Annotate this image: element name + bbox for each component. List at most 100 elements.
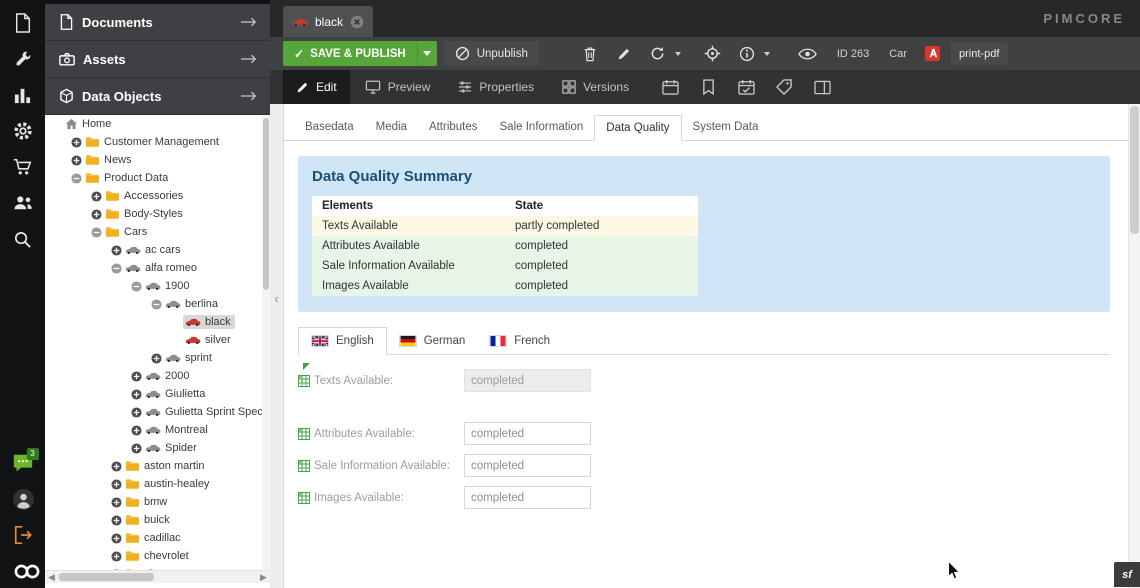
symfony-debug-badge[interactable]: sf: [1114, 562, 1140, 587]
tree-item-giulietta[interactable]: Giulietta: [45, 385, 262, 403]
plus-expander-icon[interactable]: [89, 209, 103, 220]
language-tab-english[interactable]: English: [298, 327, 387, 355]
tree-item-accessories[interactable]: Accessories: [45, 187, 262, 205]
calendar-icon[interactable]: [658, 70, 682, 104]
plus-expander-icon[interactable]: [129, 407, 143, 418]
tree-item-bmw[interactable]: bmw: [45, 493, 262, 511]
content-tab-data-quality[interactable]: Data Quality: [594, 115, 681, 141]
tree-item-austin-healey[interactable]: austin-healey: [45, 475, 262, 493]
tree-item-chevrolet[interactable]: chevrolet: [45, 547, 262, 565]
print-pdf-button[interactable]: print-pdf: [950, 43, 1008, 65]
tree-item-spider[interactable]: Spider: [45, 439, 262, 457]
scroll-right-arrow-icon[interactable]: ▶: [257, 571, 270, 583]
plus-expander-icon[interactable]: [109, 551, 123, 562]
tree-item-silver[interactable]: silver: [45, 331, 262, 349]
content-tab-media[interactable]: Media: [365, 114, 418, 140]
plus-expander-icon[interactable]: [69, 137, 83, 148]
bookmark-icon[interactable]: [696, 70, 720, 104]
language-tab-french[interactable]: French: [477, 327, 562, 355]
tree-horizontal-scrollbar[interactable]: ◀ ▶: [45, 570, 270, 583]
plus-expander-icon[interactable]: [129, 443, 143, 454]
language-tab-german[interactable]: German: [387, 327, 478, 355]
content-vertical-scrollbar[interactable]: [1128, 104, 1140, 588]
tree-item-gulietta-sprint-specia[interactable]: Gulietta Sprint Specia…: [45, 403, 262, 421]
save-publish-button[interactable]: ✓ SAVE & PUBLISH: [283, 41, 417, 66]
close-icon[interactable]: [350, 15, 364, 29]
reload-dropdown-icon[interactable]: [672, 41, 684, 67]
minus-expander-icon[interactable]: [149, 299, 163, 310]
plus-expander-icon[interactable]: [109, 497, 123, 508]
tree-item-home[interactable]: Home: [45, 115, 262, 133]
attributes-available-input[interactable]: [464, 422, 591, 445]
texts-available-input[interactable]: [464, 369, 591, 392]
content-tab-system-data[interactable]: System Data: [682, 114, 770, 140]
sale-information-available-input[interactable]: [464, 454, 591, 477]
search-icon[interactable]: [12, 228, 34, 250]
view-tab-preview[interactable]: Preview: [352, 70, 444, 104]
user-profile-icon[interactable]: [12, 488, 34, 510]
content-tab-attributes[interactable]: Attributes: [418, 114, 489, 140]
info-dropdown-icon[interactable]: [761, 41, 773, 67]
tree-item-body-styles[interactable]: Body-Styles: [45, 205, 262, 223]
tree-item-aston-martin[interactable]: aston martin: [45, 457, 262, 475]
rename-pencil-icon[interactable]: [611, 41, 637, 67]
minus-expander-icon[interactable]: [89, 227, 103, 238]
plus-expander-icon[interactable]: [109, 461, 123, 472]
tree-item-1900[interactable]: 1900: [45, 277, 262, 295]
sidebar-section-documents[interactable]: Documents: [45, 4, 270, 41]
plus-expander-icon[interactable]: [109, 479, 123, 490]
plus-expander-icon[interactable]: [129, 389, 143, 400]
tree-item-customer-management[interactable]: Customer Management: [45, 133, 262, 151]
object-tab-black[interactable]: black: [283, 6, 373, 37]
tree-item-news[interactable]: News: [45, 151, 262, 169]
plus-expander-icon[interactable]: [129, 425, 143, 436]
tree-item-black[interactable]: black: [45, 313, 262, 331]
tree-vertical-scrollbar[interactable]: [262, 116, 270, 570]
tree-item-alfa-romeo[interactable]: alfa romeo: [45, 259, 262, 277]
tools-wrench-icon[interactable]: [12, 48, 34, 70]
collapse-panel-icon[interactable]: ‹: [270, 286, 283, 312]
plus-expander-icon[interactable]: [69, 155, 83, 166]
layout-columns-icon[interactable]: [810, 70, 834, 104]
reload-icon[interactable]: [645, 41, 671, 67]
scroll-left-arrow-icon[interactable]: ◀: [45, 571, 58, 583]
users-icon[interactable]: [12, 192, 34, 214]
content-tab-sale-information[interactable]: Sale Information: [489, 114, 595, 140]
file-icon[interactable]: [12, 12, 34, 34]
plus-expander-icon[interactable]: [109, 533, 123, 544]
plus-expander-icon[interactable]: [109, 515, 123, 526]
minus-expander-icon[interactable]: [109, 263, 123, 274]
view-tab-edit[interactable]: Edit: [283, 70, 350, 104]
tree-item-cadillac[interactable]: cadillac: [45, 529, 262, 547]
minus-expander-icon[interactable]: [129, 281, 143, 292]
tree-item-product-data[interactable]: Product Data: [45, 169, 262, 187]
tree-item-montreal[interactable]: Montreal: [45, 421, 262, 439]
info-icon[interactable]: [734, 41, 760, 67]
tree-item-cars[interactable]: Cars: [45, 223, 262, 241]
plus-expander-icon[interactable]: [89, 191, 103, 202]
sidebar-section-data-objects[interactable]: Data Objects: [45, 78, 270, 115]
notifications-chat-icon[interactable]: 3: [12, 452, 34, 474]
tree-item-ac-cars[interactable]: ac cars: [45, 241, 262, 259]
plus-expander-icon[interactable]: [149, 353, 163, 364]
plus-expander-icon[interactable]: [109, 245, 123, 256]
tree-item-2000[interactable]: 2000: [45, 367, 262, 385]
tag-icon[interactable]: [772, 70, 796, 104]
bar-chart-icon[interactable]: [12, 84, 34, 106]
sidebar-section-assets[interactable]: Assets: [45, 41, 270, 78]
content-tab-basedata[interactable]: Basedata: [294, 114, 365, 140]
shopping-cart-icon[interactable]: [12, 156, 34, 178]
panel-splitter[interactable]: ‹: [270, 104, 283, 588]
locate-in-tree-icon[interactable]: [700, 41, 726, 67]
minus-expander-icon[interactable]: [69, 173, 83, 184]
plus-expander-icon[interactable]: [129, 371, 143, 382]
view-tab-properties[interactable]: Properties: [445, 70, 547, 104]
schedule-icon[interactable]: [734, 70, 758, 104]
delete-icon[interactable]: [577, 41, 603, 67]
unpublish-button[interactable]: Unpublish: [444, 41, 539, 66]
save-options-dropdown[interactable]: [417, 41, 437, 66]
tree-item-buick[interactable]: buick: [45, 511, 262, 529]
gear-icon[interactable]: [12, 120, 34, 142]
preview-eye-icon[interactable]: [795, 41, 821, 67]
images-available-input[interactable]: [464, 486, 591, 509]
